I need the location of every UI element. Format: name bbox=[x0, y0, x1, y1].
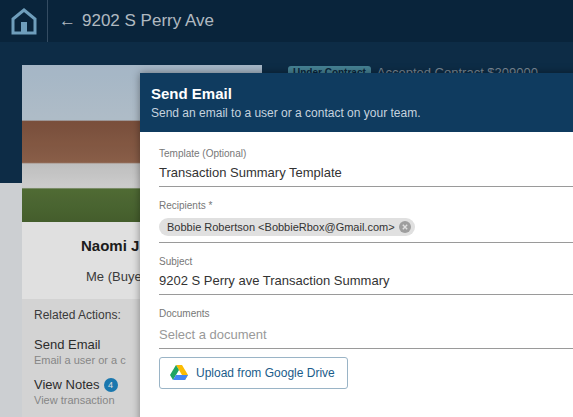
dialog-title: Send Email bbox=[151, 85, 573, 103]
field-value[interactable]: 9202 S Perry ave Transaction Summary bbox=[159, 273, 573, 289]
dialog-header: Send Email Send an email to a user or a c… bbox=[140, 73, 573, 132]
field-value[interactable]: Transaction Summary Template bbox=[159, 165, 573, 181]
document-select[interactable] bbox=[159, 327, 573, 343]
dialog-subtitle: Send an email to a user or a contact on … bbox=[151, 105, 573, 121]
field-label: Recipients * bbox=[159, 200, 573, 212]
upload-label[interactable]: Upload from Google Drive bbox=[196, 366, 335, 380]
form-field[interactable]: Documents bbox=[159, 308, 573, 349]
upload-drive-button[interactable]: Upload from Google Drive bbox=[159, 357, 348, 389]
form-field[interactable]: Subject 9202 S Perry ave Transaction Summ… bbox=[159, 256, 573, 295]
field-label: Documents bbox=[159, 308, 573, 320]
form-field[interactable]: Template (Optional) Transaction Summary T… bbox=[159, 148, 573, 187]
form-field[interactable]: Recipients * Bobbie Robertson <BobbieRbox… bbox=[159, 200, 573, 243]
field-label: Subject bbox=[159, 256, 573, 268]
google-drive-icon bbox=[170, 365, 188, 381]
field-label: Template (Optional) bbox=[159, 148, 573, 160]
chip-list[interactable]: Bobbie Robertson <BobbieRbox@Gmail.com> bbox=[159, 217, 573, 237]
dialog-body: Template (Optional) Transaction Summary T… bbox=[140, 132, 573, 389]
recipient-chip[interactable]: Bobbie Robertson <BobbieRbox@Gmail.com> bbox=[159, 218, 415, 236]
remove-icon[interactable] bbox=[399, 221, 411, 233]
chip-text: Bobbie Robertson <BobbieRbox@Gmail.com> bbox=[167, 221, 395, 233]
send-email-dialog: Send Email Send an email to a user or a c… bbox=[140, 73, 573, 417]
